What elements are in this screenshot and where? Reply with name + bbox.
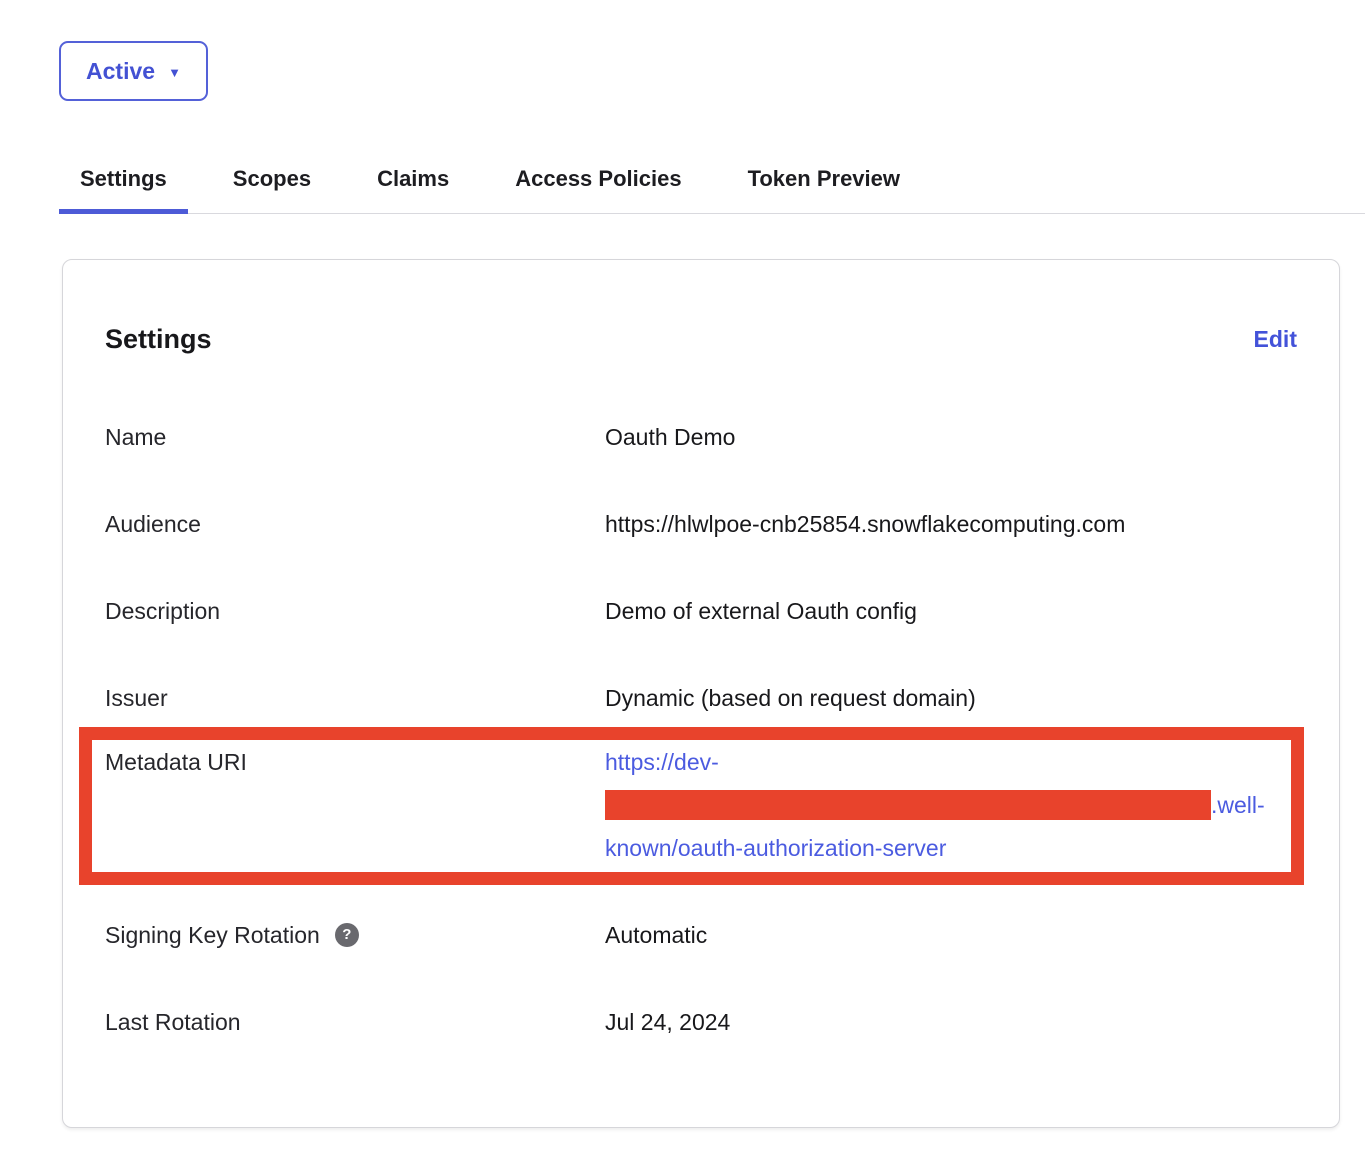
field-label-with-help: Signing Key Rotation ? (105, 920, 605, 950)
card-header: Settings Edit (105, 322, 1297, 356)
field-value: Jul 24, 2024 (605, 1007, 730, 1037)
metadata-uri-link-line1[interactable]: https://dev- (605, 741, 1265, 784)
status-dropdown-button[interactable]: Active ▼ (59, 41, 208, 101)
field-row-metadata-uri: Metadata URI https://dev- .well- known/o… (105, 741, 1297, 870)
field-value: Demo of external Oauth config (605, 596, 917, 626)
metadata-uri-link-line2[interactable]: .well- (605, 784, 1265, 827)
field-label: Issuer (105, 683, 605, 713)
field-row-audience: Audience https://hlwlpoe-cnb25854.snowfl… (105, 509, 1297, 539)
settings-card: Settings Edit Name Oauth Demo Audience h… (62, 259, 1340, 1128)
status-label: Active (86, 58, 155, 85)
redaction-bar (605, 790, 1211, 820)
field-label: Audience (105, 509, 605, 539)
field-label: Metadata URI (105, 741, 605, 784)
edit-link[interactable]: Edit (1254, 324, 1297, 354)
field-label: Signing Key Rotation (105, 920, 320, 950)
card-title: Settings (105, 322, 212, 356)
help-question-icon[interactable]: ? (335, 923, 359, 947)
field-label: Description (105, 596, 605, 626)
settings-field-list: Name Oauth Demo Audience https://hlwlpoe… (105, 422, 1297, 1037)
field-row-description: Description Demo of external Oauth confi… (105, 596, 1297, 626)
field-value: Dynamic (based on request domain) (605, 683, 976, 713)
field-value: https://hlwlpoe-cnb25854.snowflakecomput… (605, 509, 1125, 539)
field-value: Automatic (605, 920, 707, 950)
field-label: Last Rotation (105, 1007, 605, 1037)
field-row-last-rotation: Last Rotation Jul 24, 2024 (105, 1007, 1297, 1037)
metadata-uri-link-line2-text: .well- (1211, 792, 1265, 818)
tab-token-preview[interactable]: Token Preview (727, 150, 921, 213)
tab-scopes[interactable]: Scopes (212, 150, 332, 213)
chevron-down-icon: ▼ (168, 66, 181, 79)
tab-bar: Settings Scopes Claims Access Policies T… (59, 150, 1365, 214)
metadata-uri-link-line3[interactable]: known/oauth-authorization-server (605, 827, 1265, 870)
tab-access-policies[interactable]: Access Policies (494, 150, 702, 213)
metadata-uri-value: https://dev- .well- known/oauth-authoriz… (605, 741, 1265, 870)
tab-claims[interactable]: Claims (356, 150, 470, 213)
field-row-issuer: Issuer Dynamic (based on request domain) (105, 683, 1297, 713)
field-row-signing-key-rotation: Signing Key Rotation ? Automatic (105, 920, 1297, 950)
field-row-name: Name Oauth Demo (105, 422, 1297, 452)
field-label: Name (105, 422, 605, 452)
tab-settings[interactable]: Settings (59, 150, 188, 214)
field-value: Oauth Demo (605, 422, 735, 452)
